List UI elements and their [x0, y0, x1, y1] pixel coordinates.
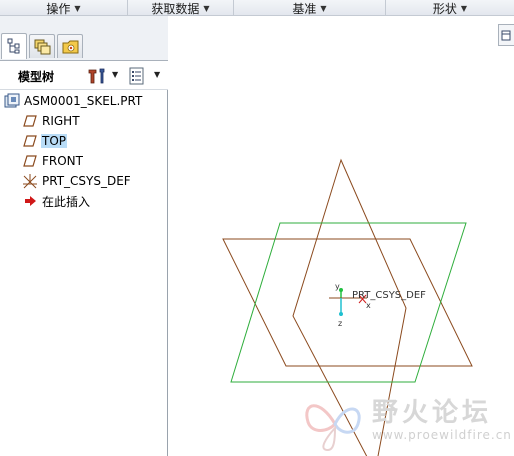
- datum-plane-icon: [22, 153, 38, 169]
- ribbon-group-datum[interactable]: 基准 ▼: [234, 0, 386, 16]
- ribbon-group-label: 基准: [292, 1, 317, 16]
- tree-item-label: ASM0001_SKEL.PRT: [24, 94, 143, 108]
- ribbon-group-shapes[interactable]: 形状 ▼: [386, 0, 514, 16]
- tree-item-label: RIGHT: [42, 114, 80, 128]
- model-tree-icon: [7, 38, 20, 54]
- list-icon: [129, 67, 144, 85]
- csys-axis-z-label: z: [338, 319, 342, 328]
- chevron-down-icon: ▼: [460, 3, 468, 13]
- forum-watermark: 野火论坛 www.proewildfire.cn: [300, 388, 514, 456]
- settings-button[interactable]: [86, 66, 108, 86]
- ribbon-group-label: 操作: [46, 1, 71, 16]
- csys-axis-x-label: x: [366, 301, 371, 310]
- datum-plane-icon: [22, 113, 38, 129]
- show-options-button[interactable]: [128, 66, 146, 86]
- tree-item-csys[interactable]: PRT_CSYS_DEF: [22, 172, 132, 190]
- tree-item-label: 在此插入: [42, 194, 91, 209]
- tab-model-tree[interactable]: [1, 33, 27, 59]
- watermark-url: www.proewildfire.cn: [372, 428, 512, 442]
- ribbon-group-bar: 操作 ▼ 获取数据 ▼ 基准 ▼ 形状 ▼: [0, 0, 514, 16]
- ribbon-group-operations[interactable]: 操作 ▼: [0, 0, 128, 16]
- chevron-down-icon: ▼: [203, 3, 210, 13]
- ribbon-group-label: 形状: [432, 1, 457, 16]
- layers-icon: [34, 39, 51, 55]
- datum-plane-top[interactable]: [222, 238, 473, 367]
- tab-layers[interactable]: [29, 34, 55, 58]
- model-tree-toolbar: 模型树 ▼ ▼: [0, 60, 168, 90]
- tree-item-top-plane[interactable]: TOP: [22, 132, 68, 150]
- app-window: 操作 ▼ 获取数据 ▼ 基准 ▼ 形状 ▼ 模型树 ▼ ▼ ASM0001_SK…: [0, 0, 514, 456]
- chevron-down-icon: ▼: [74, 3, 81, 13]
- csys-axis-y-label: y: [335, 282, 340, 291]
- ribbon-group-label: 获取数据: [151, 1, 200, 16]
- navigator-panel: 模型树 ▼ ▼ ASM0001_SKEL.PRT RIGHT TOP FRONT…: [0, 16, 168, 456]
- tree-item-label: TOP: [41, 134, 68, 148]
- csys-name-label: PRT_CSYS_DEF: [352, 290, 426, 301]
- tree-item-label: FRONT: [42, 154, 83, 168]
- panel-title: 模型树: [18, 70, 55, 84]
- tree-item-insert-here[interactable]: 在此插入: [22, 192, 91, 210]
- insert-here-arrow-icon: [22, 193, 38, 209]
- tab-favorites-folder[interactable]: [57, 34, 83, 58]
- folder-star-icon: [62, 40, 79, 54]
- coordinate-system-icon: [22, 173, 38, 189]
- tree-item-right-plane[interactable]: RIGHT: [22, 112, 81, 130]
- part-icon: [4, 93, 20, 109]
- datum-plane-icon: [22, 133, 38, 149]
- chevron-down-icon[interactable]: ▼: [154, 70, 160, 79]
- ribbon-group-get-data[interactable]: 获取数据 ▼: [128, 0, 234, 16]
- tree-item-label: PRT_CSYS_DEF: [42, 174, 131, 188]
- tools-icon: [88, 68, 105, 84]
- tree-item-front-plane[interactable]: FRONT: [22, 152, 84, 170]
- datum-plane-right[interactable]: [230, 222, 467, 383]
- chevron-down-icon[interactable]: ▼: [112, 70, 118, 79]
- navigator-tabs: [0, 16, 168, 60]
- tree-item-part[interactable]: ASM0001_SKEL.PRT: [4, 92, 143, 110]
- chevron-down-icon: ▼: [320, 3, 327, 13]
- watermark-title: 野火论坛: [372, 398, 493, 428]
- butterfly-logo-icon: [305, 404, 361, 452]
